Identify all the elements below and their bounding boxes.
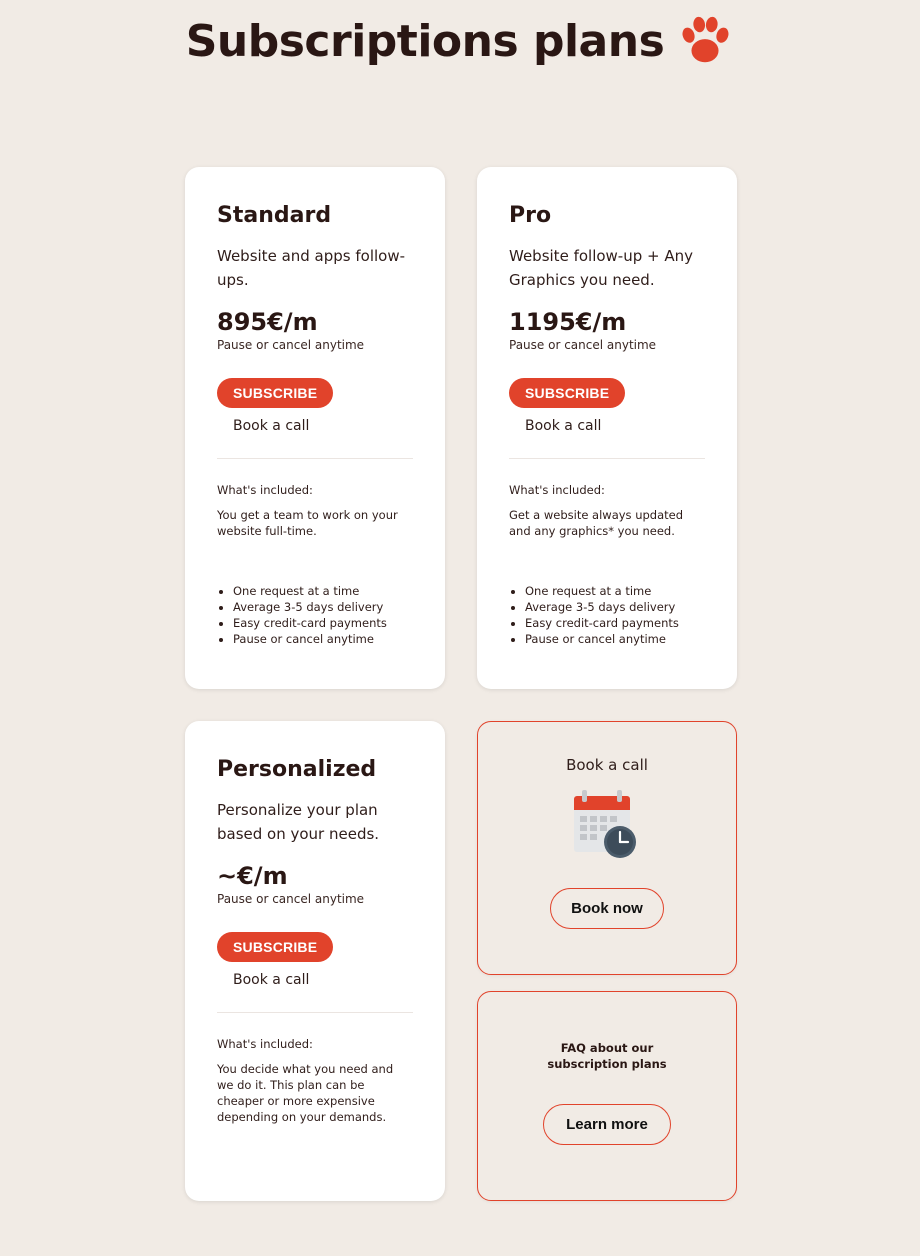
subscribe-button[interactable]: SUBSCRIBE — [217, 932, 334, 962]
plan-name: Pro — [509, 203, 552, 228]
plan-card-standard: Standard Website and apps follow-ups. 89… — [185, 167, 445, 689]
divider — [217, 1012, 413, 1013]
included-label: What's included: — [217, 483, 313, 497]
feature-item: One request at a time — [525, 583, 705, 599]
book-now-button[interactable]: Book now — [550, 888, 664, 929]
plan-price-note: Pause or cancel anytime — [509, 338, 657, 352]
page-header: Subscriptions plans — [0, 12, 920, 70]
feature-item: Average 3-5 days delivery — [233, 599, 413, 615]
plan-description: Website follow-up + Any Graphics you nee… — [509, 247, 693, 289]
book-call-card: Book a call Book now — [477, 721, 737, 975]
paw-icon — [682, 16, 729, 63]
feature-item: Pause or cancel anytime — [525, 631, 705, 647]
included-text: You get a team to work on your website f… — [217, 508, 398, 538]
book-call-link[interactable]: Book a call — [233, 972, 413, 988]
included-label: What's included: — [509, 483, 605, 497]
plan-price-note: Pause or cancel anytime — [217, 892, 365, 906]
subscribe-button[interactable]: SUBSCRIBE — [217, 378, 334, 408]
calendar-clock-icon — [574, 790, 636, 858]
feature-item: Easy credit-card payments — [525, 615, 705, 631]
plan-card-personalized: Personalized Personalize your plan based… — [185, 721, 445, 1201]
feature-item: Average 3-5 days delivery — [525, 599, 705, 615]
feature-item: One request at a time — [233, 583, 413, 599]
plan-description: Personalize your plan based on your need… — [217, 801, 380, 843]
feature-item: Easy credit-card payments — [233, 615, 413, 631]
included-label: What's included: — [217, 1037, 313, 1051]
book-call-title: Book a call — [566, 756, 648, 774]
page-title: Subscriptions plans — [185, 15, 665, 67]
plan-card-pro: Pro Website follow-up + Any Graphics you… — [477, 167, 737, 689]
faq-card: FAQ about our subscription plans Learn m… — [477, 991, 737, 1201]
plan-name: Standard — [217, 203, 332, 228]
feature-list: One request at a time Average 3-5 days d… — [509, 583, 705, 647]
subscribe-button[interactable]: SUBSCRIBE — [509, 378, 626, 408]
plan-description: Website and apps follow-ups. — [217, 247, 406, 289]
included-text: Get a website always updated and any gra… — [509, 508, 684, 538]
feature-list: One request at a time Average 3-5 days d… — [217, 583, 413, 647]
book-call-link[interactable]: Book a call — [525, 418, 705, 434]
divider — [217, 458, 413, 459]
plan-price-note: Pause or cancel anytime — [217, 338, 365, 352]
feature-item: Pause or cancel anytime — [233, 631, 413, 647]
faq-title: FAQ about our subscription plans — [547, 1041, 667, 1071]
plan-price: ~€/m — [217, 862, 288, 890]
book-call-link[interactable]: Book a call — [233, 418, 413, 434]
plan-price: 1195€/m — [509, 308, 627, 336]
plan-price: 895€/m — [217, 308, 318, 336]
learn-more-button[interactable]: Learn more — [543, 1104, 671, 1145]
included-text: You decide what you need and we do it. T… — [217, 1062, 394, 1124]
divider — [509, 458, 705, 459]
plan-name: Personalized — [217, 757, 377, 782]
